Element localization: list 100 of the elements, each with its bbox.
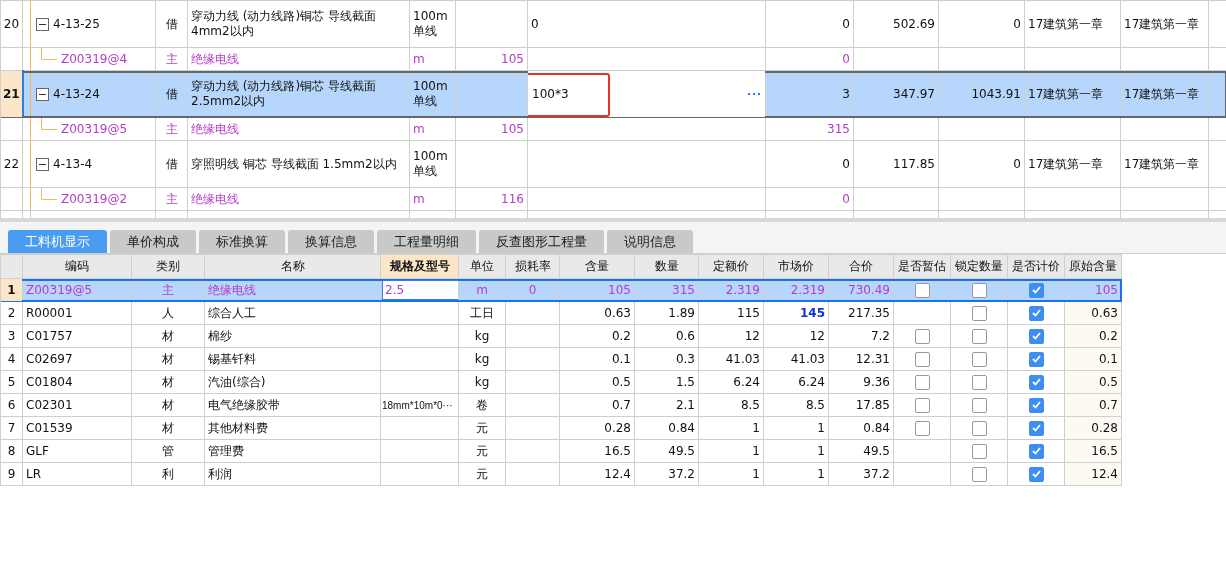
checkbox[interactable]: [914, 351, 930, 367]
table-cell: 0.2: [559, 324, 635, 348]
table-row[interactable]: 5 C01804 材 汽油(综合) kg 0.5 1.5 6.24 6.24 9.36 0.5: [0, 370, 1122, 394]
checkbox[interactable]: [914, 374, 930, 390]
column-header[interactable]: 类别: [131, 254, 205, 279]
table-row[interactable]: 3 C01757 材 棉纱 kg 0.2 0.6 12 12 7.2 0.2: [0, 324, 1122, 348]
collapse-icon[interactable]: [36, 87, 49, 101]
checkbox[interactable]: [971, 351, 987, 367]
table-row[interactable]: 8 GLF 管 管理费 元 16.5 49.5 1 1 49.5 16.5: [0, 439, 1122, 463]
checkbox[interactable]: [914, 420, 930, 436]
checked-checkbox[interactable]: [1028, 443, 1044, 459]
table-row[interactable]: Z00319@4 主 绝缘电线 m 105 0: [0, 47, 1226, 71]
table-cell: 锡基钎料: [204, 347, 381, 371]
row-number: 3: [0, 324, 23, 348]
checkbox[interactable]: [971, 420, 987, 436]
table-cell: 17建筑第一章: [1120, 140, 1209, 188]
column-header[interactable]: 含量: [559, 254, 635, 279]
collapse-icon[interactable]: [36, 157, 49, 171]
column-header[interactable]: 单位: [458, 254, 506, 279]
tab[interactable]: 单价构成: [110, 230, 196, 253]
table-cell: 41.03: [698, 347, 764, 371]
checked-checkbox[interactable]: [1028, 351, 1044, 367]
table-row[interactable]: Z00319@5 主 绝缘电线 m 105 315: [0, 117, 1226, 141]
table-cell: 9.36: [828, 370, 894, 394]
table-cell: 0.84: [828, 416, 894, 440]
tab[interactable]: 换算信息: [288, 230, 374, 253]
checkbox[interactable]: [971, 443, 987, 459]
table-cell: 0.6: [634, 324, 699, 348]
table-cell: 17建筑第一章: [1024, 140, 1121, 188]
table-cell: 17建筑第一章: [1024, 0, 1121, 48]
column-header[interactable]: 是否暂估: [893, 254, 951, 279]
checked-checkbox[interactable]: [1028, 420, 1044, 436]
item-code: 4-13-4: [53, 156, 93, 172]
collapse-icon[interactable]: [36, 17, 49, 31]
tab[interactable]: 标准换算: [199, 230, 285, 253]
table-cell: m: [409, 117, 456, 141]
table-cell: 37.2: [828, 462, 894, 486]
checkbox[interactable]: [971, 374, 987, 390]
checkbox[interactable]: [971, 305, 987, 321]
table-cell: 借: [155, 140, 188, 188]
column-header[interactable]: 市场价: [763, 254, 829, 279]
table-cell: 17建筑第一章: [1120, 0, 1209, 48]
column-header[interactable]: 锁定数量: [950, 254, 1008, 279]
checked-checkbox[interactable]: [1028, 328, 1044, 344]
table-cell: 8.5: [763, 393, 829, 417]
table-cell: 棉纱: [204, 324, 381, 348]
table-row[interactable]: Z00319@2 主 绝缘电线 m 116 0: [0, 187, 1226, 211]
table-cell: 117.85: [853, 140, 939, 188]
column-header[interactable]: 损耗率: [505, 254, 560, 279]
table-cell: 材: [131, 370, 205, 394]
table-row[interactable]: 20 4-13-25 借 穿动力线 (动力线路)铜芯 导线截面 4mm2以内 100m单线 0 0 502.69 0 17建筑第一章 17建筑第一章: [0, 0, 1226, 48]
column-header[interactable]: 规格及型号: [380, 254, 459, 279]
table-row[interactable]: 2 R00001 人 综合人工 工日 0.63 1.89 115 145 217.35 0.63: [0, 301, 1122, 325]
checked-checkbox[interactable]: [1028, 374, 1044, 390]
table-cell: 1: [763, 439, 829, 463]
checked-checkbox[interactable]: [1028, 466, 1044, 482]
checkbox[interactable]: [971, 282, 987, 298]
table-row[interactable]: 4 C02697 材 锡基钎料 kg 0.1 0.3 41.03 41.03 12.31 0.1: [0, 347, 1122, 371]
column-header[interactable]: 合价: [828, 254, 894, 279]
table-row[interactable]: 7 C01539 材 其他材料费 元 0.28 0.84 1 1 0.84 0.28: [0, 416, 1122, 440]
table-row[interactable]: 1 Z00319@5 主 绝缘电线 2.5 m 0 105 315 2.319 2.319 730.49 105: [0, 278, 1122, 302]
item-code: Z00319@2: [61, 191, 128, 207]
table-cell: 217.35: [828, 301, 894, 325]
checked-checkbox[interactable]: [1028, 305, 1044, 321]
table-row[interactable]: 6 C02301 材 电气绝缘胶带 18mm*10m*0··· 卷 0.7 2.1 8.5 8.5 17.85 0.7: [0, 393, 1122, 417]
checkbox[interactable]: [971, 397, 987, 413]
row-number: 22: [0, 140, 23, 188]
column-header[interactable]: 编码: [22, 254, 132, 279]
table-cell: 工日: [458, 301, 506, 325]
tab[interactable]: 工程量明细: [377, 230, 476, 253]
tab[interactable]: 说明信息: [607, 230, 693, 253]
table-row[interactable]: 22 4-13-4 借 穿照明线 铜芯 导线截面 1.5mm2以内 100m单线 0 117.85 0 17建筑第一章 17建筑第一章: [0, 140, 1226, 188]
checked-checkbox[interactable]: [1028, 282, 1044, 298]
table-cell: 主: [155, 187, 188, 211]
table-cell: 37.2: [634, 462, 699, 486]
spec-field[interactable]: 2.5: [382, 280, 458, 300]
column-header[interactable]: 是否计价: [1007, 254, 1065, 279]
column-header[interactable]: 数量: [634, 254, 699, 279]
checkbox[interactable]: [971, 328, 987, 344]
table-cell: 材: [131, 347, 205, 371]
column-header[interactable]: 定额价: [698, 254, 764, 279]
checkbox[interactable]: [971, 466, 987, 482]
checkbox[interactable]: [914, 328, 930, 344]
expression-field[interactable]: 100*3: [528, 71, 765, 117]
column-header[interactable]: 名称: [204, 254, 381, 279]
table-row[interactable]: 21 4-13-24 借 穿动力线 (动力线路)铜芯 导线截面 2.5mm2以内 100m单线 100*3 3 347.97 1043.91 17建筑第一章 17建筑第一章: [0, 70, 1226, 118]
table-cell: C01757: [22, 324, 132, 348]
tree-branch-icon: [41, 188, 57, 200]
check-icon: [1031, 401, 1041, 409]
checkbox[interactable]: [914, 282, 930, 298]
table-cell: C01804: [22, 370, 132, 394]
row-number: [0, 117, 23, 141]
column-header[interactable]: 原始含量: [1064, 254, 1122, 279]
checked-checkbox[interactable]: [1028, 397, 1044, 413]
tab[interactable]: 反查图形工程量: [479, 230, 604, 253]
table-cell: 145: [763, 301, 829, 325]
table-cell: 116: [455, 187, 528, 211]
table-row[interactable]: 9 LR 利 利润 元 12.4 37.2 1 1 37.2 12.4: [0, 462, 1122, 486]
checkbox[interactable]: [914, 397, 930, 413]
table-cell: 汽油(综合): [204, 370, 381, 394]
